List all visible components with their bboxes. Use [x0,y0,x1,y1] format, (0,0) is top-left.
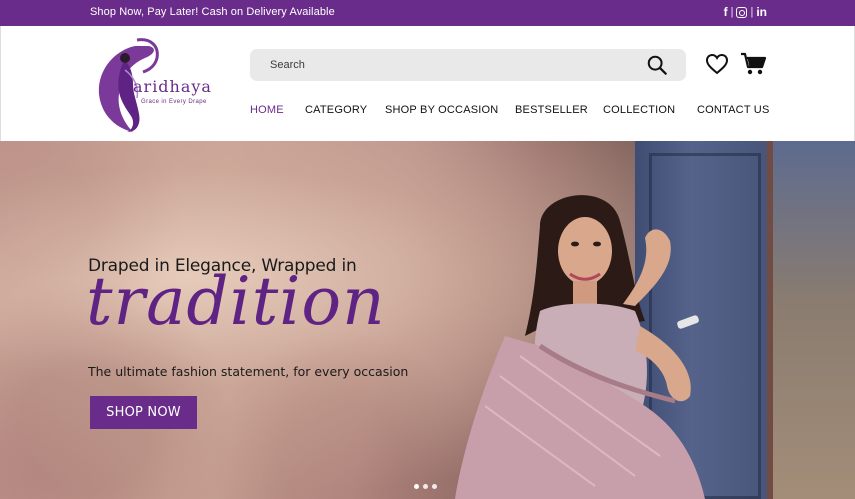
brand-tagline: Grace in Every Drape [141,99,207,105]
hero-wall-image [773,141,855,499]
announcement-bar: Shop Now, Pay Later! Cash on Delivery Av… [0,0,855,26]
search-icon[interactable] [646,54,668,76]
brand-logo[interactable]: aridhaya Grace in Every Drape [93,36,223,136]
hero-banner: Draped in Elegance, Wrapped in tradition… [0,141,855,499]
brand-name: aridhaya [133,77,212,96]
facebook-icon[interactable]: f [724,5,728,19]
carousel-dots [414,484,437,489]
social-links: f | | in [724,5,767,19]
shop-now-button[interactable]: SHOP NOW [90,396,197,429]
linkedin-icon[interactable]: in [756,5,767,19]
social-separator: | [730,6,734,18]
nav-bestseller[interactable]: BESTSELLER [515,104,588,116]
nav-category[interactable]: CATEGORY [305,104,367,116]
announcement-text: Shop Now, Pay Later! Cash on Delivery Av… [90,6,335,18]
hero-model-image [455,195,705,499]
social-separator: | [750,6,754,18]
nav-home[interactable]: HOME [250,104,284,116]
search-bar [250,49,686,81]
carousel-dot[interactable] [432,484,437,489]
hero-headline: tradition [86,263,386,340]
search-input[interactable] [270,55,640,75]
site-header: aridhaya Grace in Every Drape HOME CATEG… [0,26,855,141]
hero-subline: The ultimate fashion statement, for ever… [88,364,409,379]
nav-shop-by-occasion[interactable]: SHOP BY OCCASION [385,104,498,116]
instagram-icon[interactable] [736,6,748,18]
carousel-dot[interactable] [423,484,428,489]
carousel-dot[interactable] [414,484,419,489]
cart-icon[interactable] [740,52,767,76]
nav-collection[interactable]: COLLECTION [603,104,675,116]
wishlist-heart-icon[interactable] [705,53,729,75]
nav-contact-us[interactable]: CONTACT US [697,104,770,116]
